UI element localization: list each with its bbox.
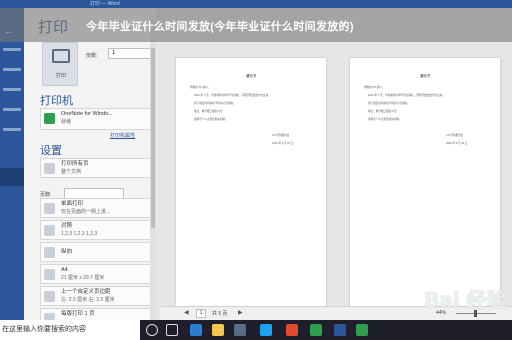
page-line: XX 学院教务处 xyxy=(272,134,290,137)
setting-sides[interactable]: 单面打印 仅在页面的一侧上进... ▾ xyxy=(40,198,156,218)
setting-print-range[interactable]: 打印所有页 整个文档 ▾ xyxy=(40,158,156,178)
settings-heading: 设置 xyxy=(40,144,62,157)
setting-title: 打印所有页 xyxy=(61,161,89,167)
copies-input[interactable]: 1 xyxy=(108,48,156,59)
task-view-icon[interactable] xyxy=(166,324,178,336)
page-line: 请于规定时间前往学院办公室领取。 xyxy=(368,102,410,105)
current-page-input[interactable]: 1 xyxy=(196,309,206,318)
nav-item-open[interactable] xyxy=(3,88,21,91)
setting-title: 对照 xyxy=(61,223,73,229)
photos-icon[interactable] xyxy=(286,324,298,336)
printer-properties-link[interactable]: 打印机属性 xyxy=(110,132,135,139)
title-bar: 打印 — Word xyxy=(0,0,512,8)
panel-scroll-thumb[interactable] xyxy=(151,48,155,228)
setting-title: 纵向 xyxy=(61,249,73,255)
one-sided-icon xyxy=(44,203,55,214)
nav-item-info[interactable] xyxy=(3,48,21,51)
preview-page: 通知书 尊敬的 XX 客户： 2022 年 7 月，学校将准时举行毕业典礼，同期… xyxy=(176,58,326,310)
article-headline: 今年毕业证什么时间发放(今年毕业证什么时间发放的) xyxy=(86,21,354,33)
setting-title: 单面打印 xyxy=(61,201,84,207)
page-total: 共 5 页 xyxy=(212,311,228,317)
page-line: 2022 年 7 月，学校将准时举行毕业典礼，同期开始发放毕业证书。 xyxy=(194,94,271,97)
taskbar-search-box[interactable]: 在这里输入你要搜索的内容 xyxy=(0,320,140,340)
page-line: XX 学院教务处 xyxy=(446,134,464,137)
pages-per-sheet-icon xyxy=(44,313,55,320)
setting-sub: 仅在页面的一侧上进... xyxy=(61,209,111,215)
setting-sub: 1,2,3 1,2,3 1,2,3 xyxy=(61,231,98,237)
page-title: 通知书 xyxy=(419,74,431,78)
page-line: 2022 年 7 月，学校将准时举行毕业典礼，同期开始发放毕业证书。 xyxy=(368,94,445,97)
file-explorer-icon[interactable] xyxy=(212,324,224,336)
print-button[interactable]: 打印 xyxy=(42,42,78,86)
portrait-icon xyxy=(44,247,55,258)
word-icon[interactable] xyxy=(334,324,346,336)
pages-icon xyxy=(44,163,55,174)
nav-item-print[interactable] xyxy=(0,168,24,186)
article-headline-banner: 今年毕业证什么时间发放(今年毕业证什么时间发放的) xyxy=(0,8,512,42)
setting-margins[interactable]: 上一个自定义页边距 左: 2.5 厘米 右: 2.5 厘米 ▾ xyxy=(40,286,156,306)
setting-collate[interactable]: 对照 1,2,3 1,2,3 1,2,3 ▾ xyxy=(40,220,156,240)
nav-item-new[interactable] xyxy=(3,68,21,71)
print-button-label: 打印 xyxy=(55,73,66,79)
page-line: 地点：教学楼三楼办公室 xyxy=(368,110,397,113)
printer-icon xyxy=(52,49,70,63)
onenote-printer-icon xyxy=(44,113,55,124)
previous-page-icon[interactable]: ◀ xyxy=(184,309,189,316)
nav-item-save[interactable] xyxy=(3,108,21,111)
setting-title: A4 xyxy=(61,267,68,273)
margins-icon xyxy=(44,291,55,302)
copies-label: 份数: xyxy=(86,53,98,59)
setting-paper-size[interactable]: A4 21 厘米 x 29.7 厘米 ▾ xyxy=(40,264,156,284)
page-title: 通知书 xyxy=(245,74,257,78)
page-line: 请携带个人证件及相关材料。 xyxy=(194,118,228,121)
printer-heading: 打印机 xyxy=(40,94,73,107)
preview-page: 通知书 尊敬的 XX 客户： 2022 年 7 月，学校将准时举行毕业典礼，同期… xyxy=(350,58,500,310)
pages-label: 页数: xyxy=(40,192,52,198)
mail-icon[interactable] xyxy=(260,324,272,336)
print-settings-panel: 打印 打印 份数: 1 打印机 OneNote for Windo... 就绪 … xyxy=(24,8,156,320)
window-title: 打印 — Word xyxy=(90,1,120,7)
printer-select[interactable]: OneNote for Windo... 就绪 ▾ xyxy=(40,108,156,130)
printer-status: 就绪 xyxy=(61,119,72,125)
edge-icon[interactable] xyxy=(190,324,202,336)
next-page-icon[interactable]: ▶ xyxy=(238,309,243,316)
excel-icon[interactable] xyxy=(310,324,322,336)
setting-orientation[interactable]: 纵向 ▾ xyxy=(40,242,156,262)
setting-pages-per-sheet[interactable]: 每版打印 1 页 xyxy=(40,308,156,320)
printer-name: OneNote for Windo... xyxy=(61,111,113,117)
collate-icon xyxy=(44,225,55,236)
page-line: 尊敬的 XX 客户： xyxy=(364,86,385,89)
taskbar: 在这里输入你要搜索的内容 xyxy=(0,320,512,340)
page-line: 请于规定时间前往学院办公室领取。 xyxy=(194,102,236,105)
page-line: 请携带个人证件及相关材料。 xyxy=(368,118,402,121)
page-line: 地点：教学楼三楼办公室 xyxy=(194,110,223,113)
setting-sub: 21 厘米 x 29.7 厘米 xyxy=(61,275,105,281)
page-line: 2022 年 6 月 20 日 xyxy=(272,142,294,145)
print-preview: 通知书 尊敬的 XX 客户： 2022 年 7 月，学校将准时举行毕业典礼，同期… xyxy=(160,8,512,310)
cortana-icon[interactable] xyxy=(146,324,158,336)
setting-sub: 左: 2.5 厘米 右: 2.5 厘米 xyxy=(61,297,115,303)
backstage-nav: ← xyxy=(0,8,24,320)
setting-title: 上一个自定义页边距 xyxy=(61,289,111,295)
baidu-watermark: Bai 经验 xyxy=(424,288,507,312)
setting-title: 每版打印 1 页 xyxy=(61,311,95,317)
nav-item-save-as[interactable] xyxy=(3,128,21,131)
paper-size-icon xyxy=(44,269,55,280)
page-line: 尊敬的 XX 客户： xyxy=(190,86,211,89)
store-icon[interactable] xyxy=(234,324,246,336)
page-line: 2022 年 6 月 20 日 xyxy=(446,142,468,145)
wechat-icon[interactable] xyxy=(356,324,368,336)
setting-sub: 整个文档 xyxy=(61,169,82,175)
